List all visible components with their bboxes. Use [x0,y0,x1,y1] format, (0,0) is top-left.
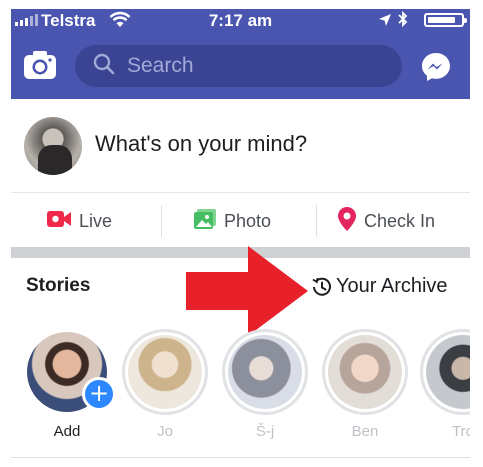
story-avatar [222,329,308,415]
search-input[interactable]: Search [75,45,402,87]
story-avatar [122,329,208,415]
status-composer[interactable]: What's on your mind? [11,99,470,191]
photo-label: Photo [224,210,272,231]
composer-actions: Live Photo Check In [11,192,470,248]
your-archive-button[interactable]: Your Archive [312,275,448,298]
location-pin-icon [338,206,356,236]
story-avatar [420,329,470,415]
clock-history-icon [312,277,331,296]
divider [11,457,470,458]
search-icon [93,53,115,80]
photo-button[interactable]: Photo [194,193,271,249]
navigation-bar: Telstra 7:17 am Search [11,9,470,99]
add-story-button[interactable]: + Add [24,329,116,440]
live-button[interactable]: Live [47,193,112,249]
camera-icon[interactable] [23,50,57,80]
check-in-button[interactable]: Check In [338,193,435,249]
story-name: Add [53,423,81,440]
plus-icon: + [82,377,116,411]
avatar [24,117,82,175]
story-name: Ben [351,423,379,440]
status-bar: Telstra 7:17 am [11,9,470,31]
red-arrow-annotation [186,246,308,336]
stories-heading: Stories [26,275,91,296]
story-avatar [322,329,408,415]
live-video-icon [47,210,71,233]
battery-level [428,17,455,23]
facebook-app-screen: Telstra 7:17 am Search What's on your mi… [11,9,470,467]
story-item[interactable]: Jo [122,329,208,440]
story-name: Tro [452,423,470,440]
check-in-label: Check In [364,210,436,231]
story-name: Š-j [255,423,275,440]
story-item[interactable]: Š-j [222,329,308,440]
your-archive-label: Your Archive [336,275,448,297]
bluetooth-icon [398,10,408,31]
battery-icon [424,13,467,27]
messenger-icon[interactable] [421,52,451,82]
live-label: Live [79,210,113,231]
story-item[interactable]: Ben [322,329,408,440]
composer-prompt[interactable]: What's on your mind? [95,131,307,157]
location-arrow-icon [378,12,392,32]
story-item[interactable]: Tro [420,329,470,440]
photo-icon [194,208,216,234]
story-name: Jo [157,423,173,440]
search-placeholder: Search [127,54,194,77]
